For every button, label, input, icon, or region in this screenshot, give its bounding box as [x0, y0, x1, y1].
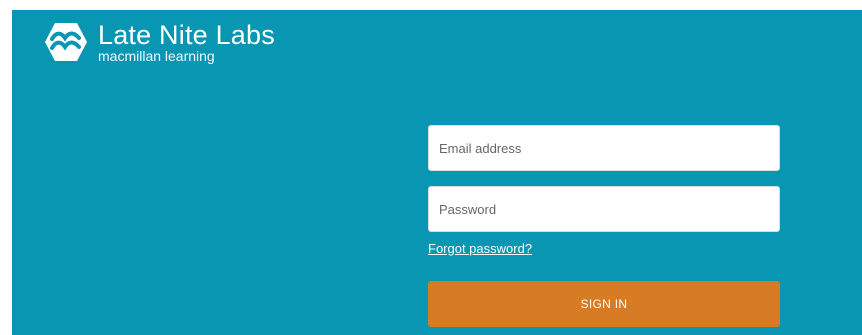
brand-subtitle: macmillan learning [98, 47, 215, 64]
password-field[interactable] [428, 186, 780, 232]
login-panel: Late Nite Labs macmillan learning Forgot… [12, 10, 862, 335]
forgot-password-link[interactable]: Forgot password? [428, 241, 532, 256]
macmillan-hexagon-icon [45, 23, 87, 61]
brand-header: Late Nite Labs macmillan learning [44, 20, 275, 64]
sign-in-button[interactable]: SIGN IN [428, 281, 780, 327]
brand-name: Late Nite Labs [98, 19, 275, 50]
login-form: Forgot password? SIGN IN [428, 125, 780, 327]
email-field[interactable] [428, 125, 780, 171]
